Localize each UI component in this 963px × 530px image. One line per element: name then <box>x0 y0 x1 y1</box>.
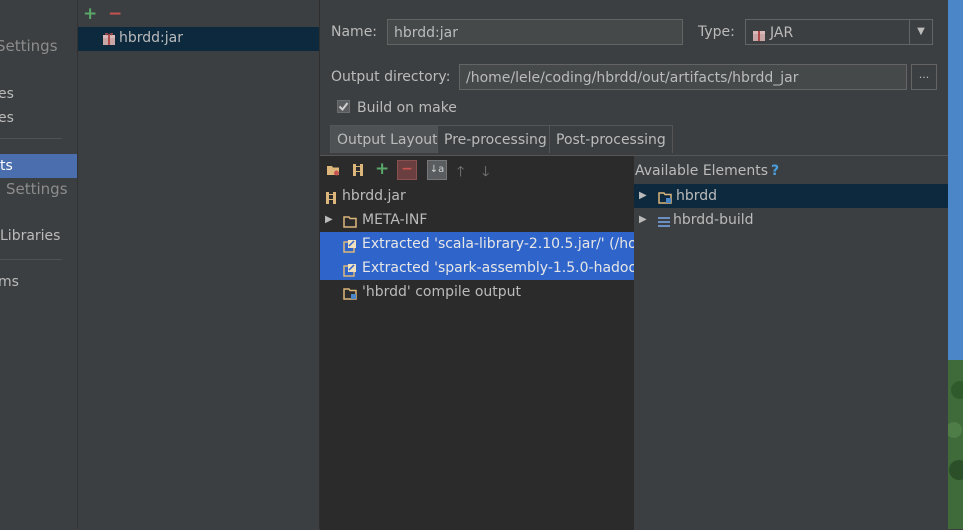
build-on-make-checkbox[interactable] <box>337 100 350 113</box>
nav-section-platform-settings: Settings <box>6 180 68 198</box>
build-on-make-label: Build on make <box>357 100 457 116</box>
tab-output-layout[interactable]: Output Layout <box>330 125 445 153</box>
add-artifact-button[interactable]: + <box>83 6 97 23</box>
nav-divider <box>0 259 62 260</box>
available-elements-title: Available Elements <box>635 163 769 179</box>
expand-arrow-icon[interactable]: ▶ <box>639 208 647 232</box>
nav-item-problems[interactable]: ms <box>0 274 19 290</box>
module-folder-icon <box>658 189 672 204</box>
name-field[interactable]: hbrdd:jar <box>387 19 683 45</box>
nav-item-global-libraries[interactable]: Libraries <box>0 228 60 244</box>
tree-row-label: META-INF <box>362 212 428 228</box>
available-item-hbrdd-build[interactable]: ▶ hbrdd-build <box>634 208 948 232</box>
nav-item-artifacts[interactable]: ts <box>0 154 77 178</box>
folder-icon <box>343 213 357 228</box>
tab-pre-processing[interactable]: Pre-processing <box>437 125 554 153</box>
module-output-icon <box>343 285 357 300</box>
artifact-config-panel: Name: hbrdd:jar Type: JAR ▼ Output direc… <box>320 0 948 530</box>
name-label: Name: <box>331 24 378 40</box>
jar-icon[interactable] <box>351 163 365 177</box>
tree-row-extracted-scala[interactable]: Extracted 'scala-library-2.10.5.jar/' (/… <box>320 232 634 256</box>
chevron-down-icon[interactable]: ▼ <box>909 20 932 44</box>
jar-gift-icon <box>102 32 116 46</box>
nav-item-2[interactable]: es <box>0 110 14 126</box>
artifacts-list-panel: + − hbrdd:jar <box>78 0 320 529</box>
artifact-label: hbrdd:jar <box>119 30 183 46</box>
available-item-label: hbrdd <box>676 188 718 204</box>
tree-row-label: Extracted 'scala-library-2.10.5.jar/' (/… <box>362 236 634 252</box>
artifact-list-item[interactable]: hbrdd:jar <box>78 27 319 51</box>
move-down-icon[interactable]: 🡓 <box>482 161 489 185</box>
nav-section-settings: Settings <box>0 37 58 55</box>
extracted-icon <box>343 261 357 277</box>
checkmark-icon <box>338 102 349 112</box>
remove-artifact-button[interactable]: − <box>108 6 122 23</box>
expand-arrow-icon[interactable]: ▶ <box>325 208 333 232</box>
type-select[interactable]: JAR ▼ <box>745 19 933 45</box>
type-label: Type: <box>698 24 735 40</box>
available-item-hbrdd[interactable]: ▶ hbrdd <box>634 184 948 208</box>
help-icon[interactable]: ? <box>771 163 779 179</box>
tree-row-label: hbrdd.jar <box>342 188 406 204</box>
nav-item-1[interactable]: es <box>0 86 14 102</box>
jar-gift-icon <box>752 25 766 41</box>
settings-nav: Settings es es ts Settings Libraries ms <box>0 0 78 529</box>
available-item-label: hbrdd-build <box>673 212 754 228</box>
tree-row-label: 'hbrdd' compile output <box>362 284 521 300</box>
new-directory-icon[interactable] <box>326 163 340 177</box>
expand-arrow-icon[interactable]: ▶ <box>639 184 647 208</box>
module-lines-icon <box>657 213 671 227</box>
sort-icon[interactable]: ↓a <box>427 160 447 180</box>
browse-button[interactable]: ... <box>911 64 937 90</box>
remove-element-button[interactable]: − <box>397 160 417 180</box>
tree-row-jar[interactable]: hbrdd.jar <box>320 184 634 208</box>
move-up-icon[interactable]: 🡑 <box>457 161 464 185</box>
output-directory-label: Output directory: <box>331 69 451 85</box>
tree-row-compile-output[interactable]: 'hbrdd' compile output <box>320 280 634 304</box>
jar-icon <box>324 189 338 204</box>
nav-item-label: ts <box>0 158 13 174</box>
tree-row-meta-inf[interactable]: ▶ META-INF <box>320 208 634 232</box>
type-value: JAR <box>770 25 794 41</box>
desktop-background <box>948 0 963 529</box>
extracted-icon <box>343 237 357 253</box>
tree-row-extracted-spark[interactable]: Extracted 'spark-assembly-1.5.0-hadoop <box>320 256 634 280</box>
available-elements-panel: Available Elements ? ▶ hbrdd ▶ hbrdd-bui… <box>634 155 948 530</box>
nav-divider <box>0 138 62 139</box>
output-layout-panel: + − ↓a 🡑 🡓 hbrdd.jar ▶ META-INF Extracte… <box>320 155 635 530</box>
tab-post-processing[interactable]: Post-processing <box>549 125 673 153</box>
add-element-button[interactable]: + <box>375 161 389 178</box>
output-directory-field[interactable]: /home/lele/coding/hbrdd/out/artifacts/hb… <box>459 64 907 90</box>
tree-row-label: Extracted 'spark-assembly-1.5.0-hadoop <box>362 260 634 276</box>
